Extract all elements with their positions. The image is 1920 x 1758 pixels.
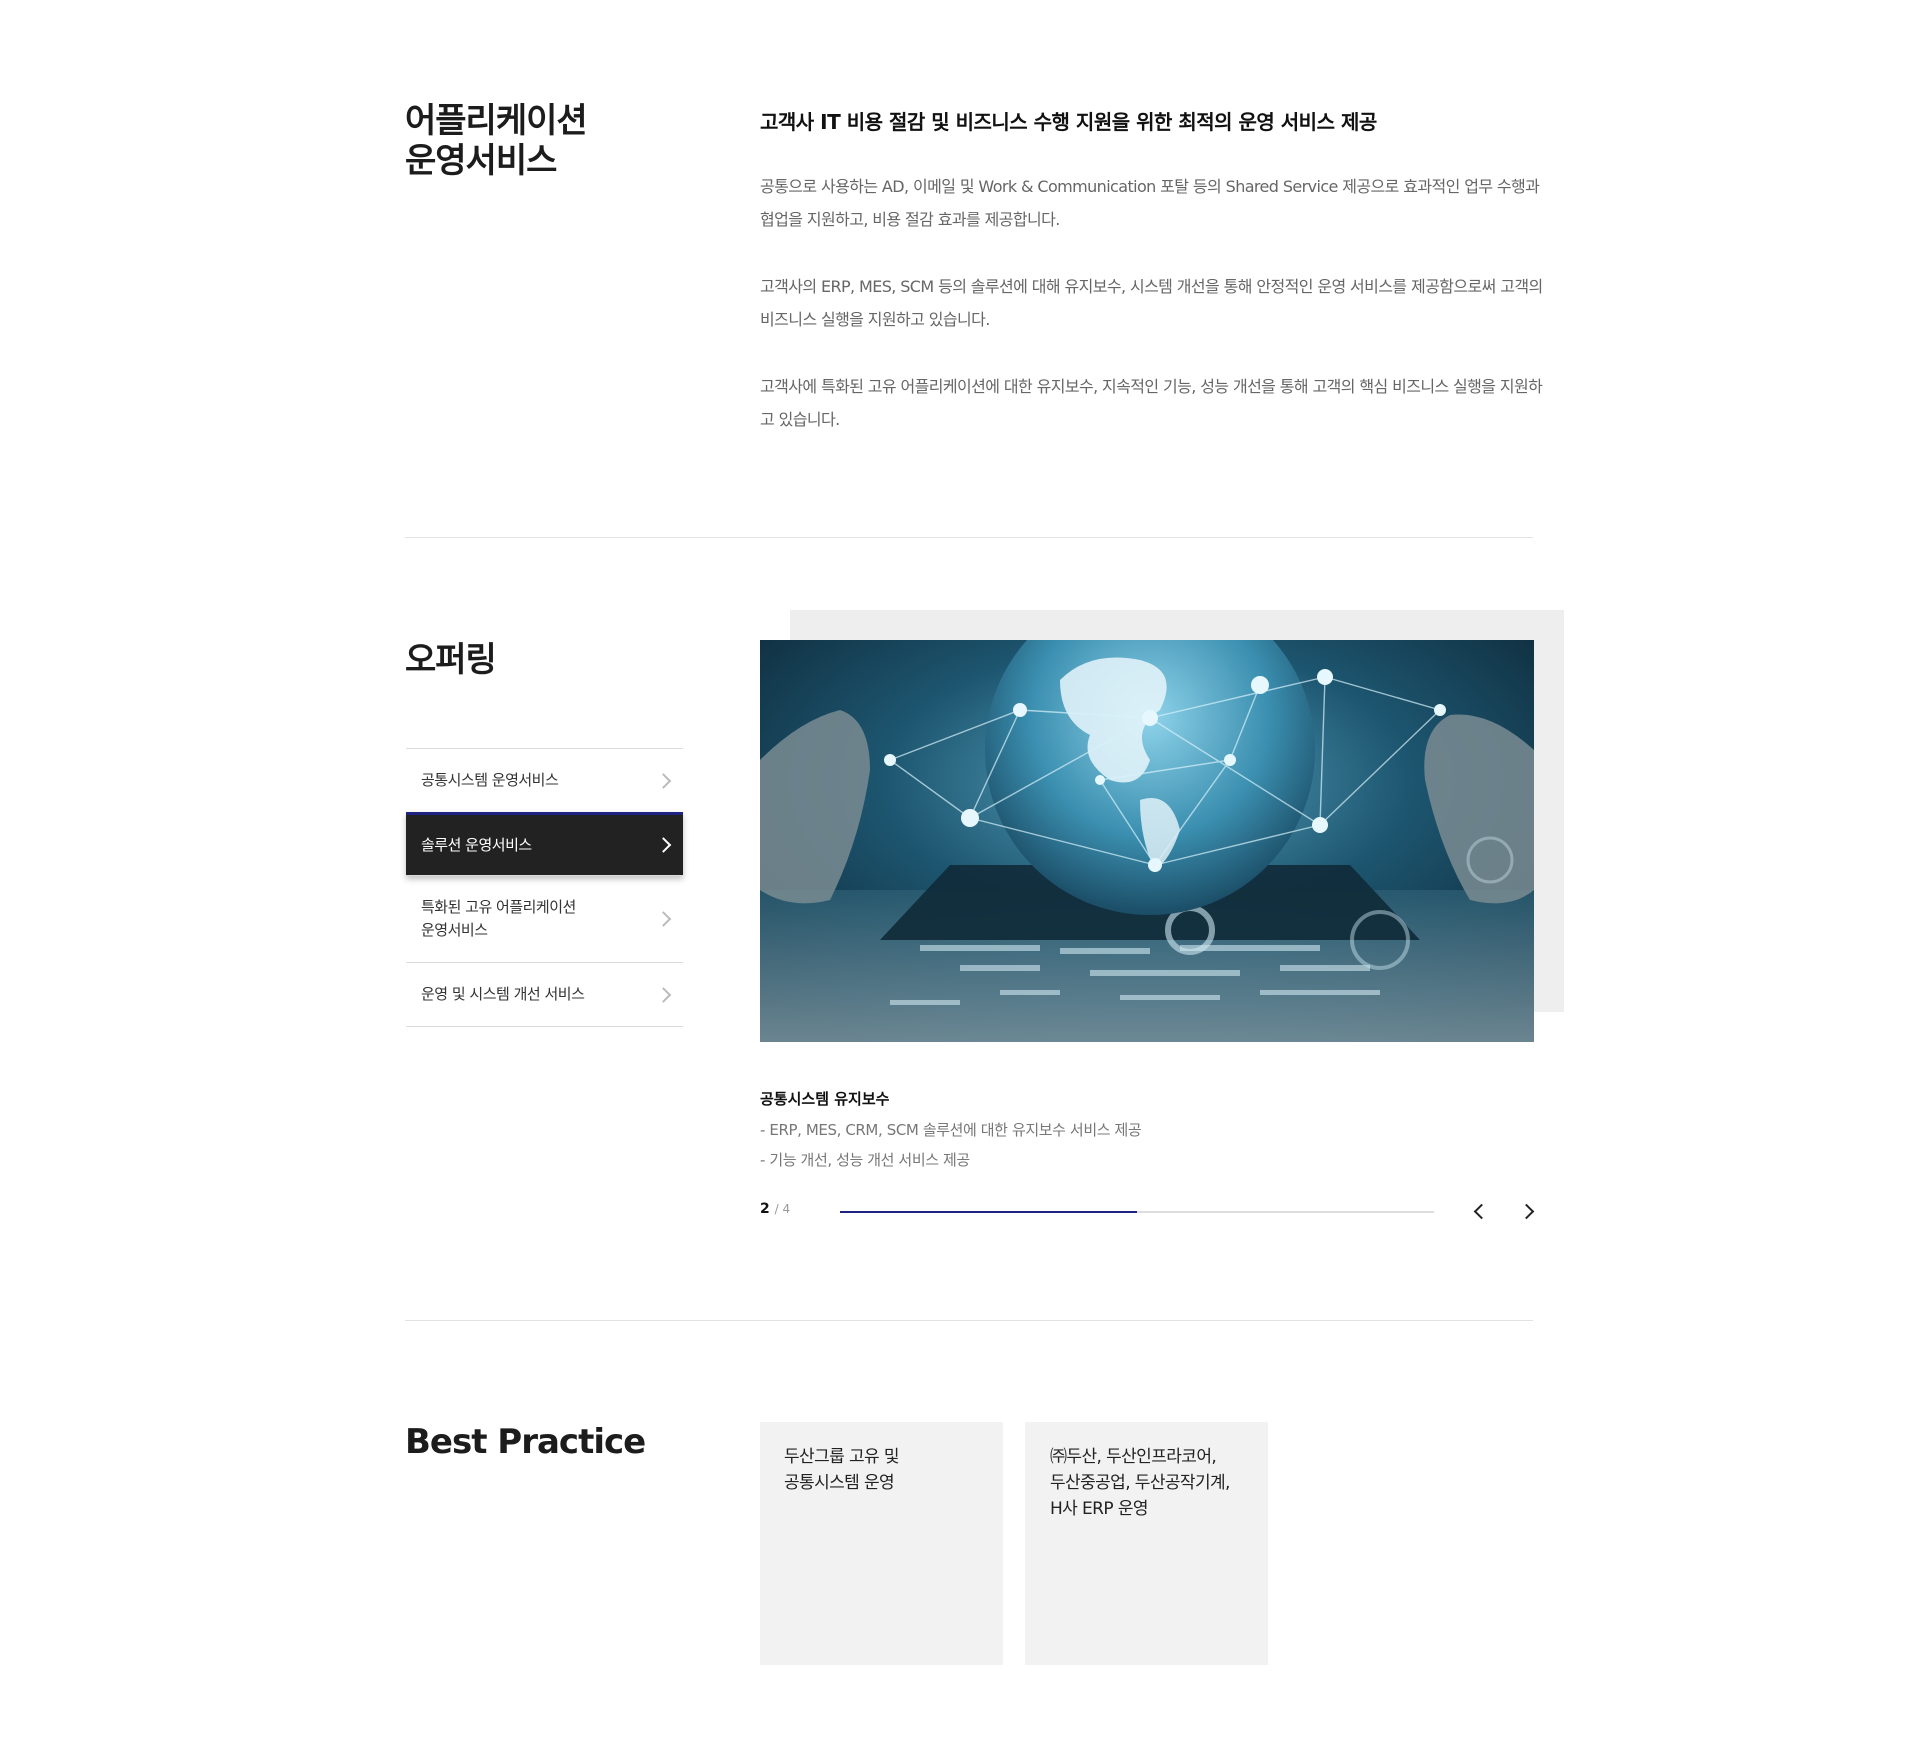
chevron-right-icon bbox=[655, 772, 672, 789]
paragraph-solution: 고객사의 ERP, MES, SCM 등의 솔루션에 대해 유지보수, 시스템 … bbox=[760, 277, 1543, 329]
chevron-right-icon bbox=[655, 911, 672, 927]
card-title: 두산그룹 고유 및 공통시스템 운영 bbox=[784, 1447, 899, 1493]
prev-slide-button[interactable] bbox=[1465, 1198, 1491, 1224]
slide-progress-fill bbox=[840, 1211, 1137, 1213]
card-title: ㈜두산, 두산인프라코어, 두산중공업, 두산공작기계, H사 ERP 운영 bbox=[1050, 1447, 1230, 1519]
offering-menu: 공통시스템 운영서비스 솔루션 운영서비스 특화된 고유 어플리케이션 운영서비… bbox=[406, 748, 683, 1027]
section-title-line1: 어플리케이션 bbox=[405, 101, 588, 141]
chevron-right-icon bbox=[655, 986, 672, 1003]
best-practice-card-2[interactable]: ㈜두산, 두산인프라코어, 두산중공업, 두산공작기계, H사 ERP 운영 bbox=[1025, 1422, 1268, 1665]
paragraph-custom-app: 고객사에 특화된 고유 어플리케이션에 대한 유지보수, 지속적인 기능, 성능… bbox=[760, 377, 1543, 429]
next-slide-button[interactable] bbox=[1516, 1198, 1542, 1224]
section-title-app-ops: 어플리케이션 운영서비스 bbox=[405, 101, 588, 181]
paragraph-shared-service: 공통으로 사용하는 AD, 이메일 및 Work & Communication… bbox=[760, 177, 1540, 229]
menu-item-improvement[interactable]: 운영 및 시스템 개선 서비스 bbox=[406, 963, 683, 1027]
chevron-left-icon bbox=[1473, 1203, 1490, 1220]
section-divider bbox=[405, 1320, 1533, 1321]
pager-current: 2 bbox=[760, 1201, 770, 1217]
slide-progress-track bbox=[840, 1211, 1434, 1213]
menu-item-custom-app[interactable]: 특화된 고유 어플리케이션 운영서비스 bbox=[406, 876, 683, 963]
slide-caption: 공통시스템 유지보수 bbox=[760, 1090, 890, 1108]
menu-item-label: 공통시스템 운영서비스 bbox=[421, 771, 559, 789]
chevron-right-icon bbox=[655, 837, 672, 853]
lead-heading: 고객사 IT 비용 절감 및 비즈니스 수행 지원을 위한 최적의 운영 서비스… bbox=[760, 110, 1377, 134]
chevron-right-icon bbox=[1518, 1203, 1535, 1220]
menu-item-label: 솔루션 운영서비스 bbox=[421, 835, 532, 854]
slide-bullet-1: - ERP, MES, CRM, SCM 솔루션에 대한 유지보수 서비스 제공 bbox=[760, 1121, 1142, 1139]
section-title-line2: 운영서비스 bbox=[405, 141, 557, 181]
best-practice-card-1[interactable]: 두산그룹 고유 및 공통시스템 운영 bbox=[760, 1422, 1003, 1665]
menu-item-solution[interactable]: 솔루션 운영서비스 bbox=[406, 812, 683, 876]
pager-total: / 4 bbox=[774, 1202, 791, 1216]
slide-pager: 2 / 4 bbox=[760, 1201, 790, 1217]
globe-network-illustration bbox=[760, 640, 1534, 1042]
slide-image bbox=[760, 640, 1534, 1042]
menu-item-label: 특화된 고유 어플리케이션 운영서비스 bbox=[421, 898, 576, 939]
section-title-offering: 오퍼링 bbox=[405, 640, 497, 680]
menu-item-common-system[interactable]: 공통시스템 운영서비스 bbox=[406, 749, 683, 813]
menu-item-label: 운영 및 시스템 개선 서비스 bbox=[421, 985, 585, 1003]
slide-bullet-2: - 기능 개선, 성능 개선 서비스 제공 bbox=[760, 1151, 970, 1169]
section-title-best-practice: Best Practice bbox=[405, 1422, 646, 1462]
section-divider bbox=[405, 537, 1533, 538]
